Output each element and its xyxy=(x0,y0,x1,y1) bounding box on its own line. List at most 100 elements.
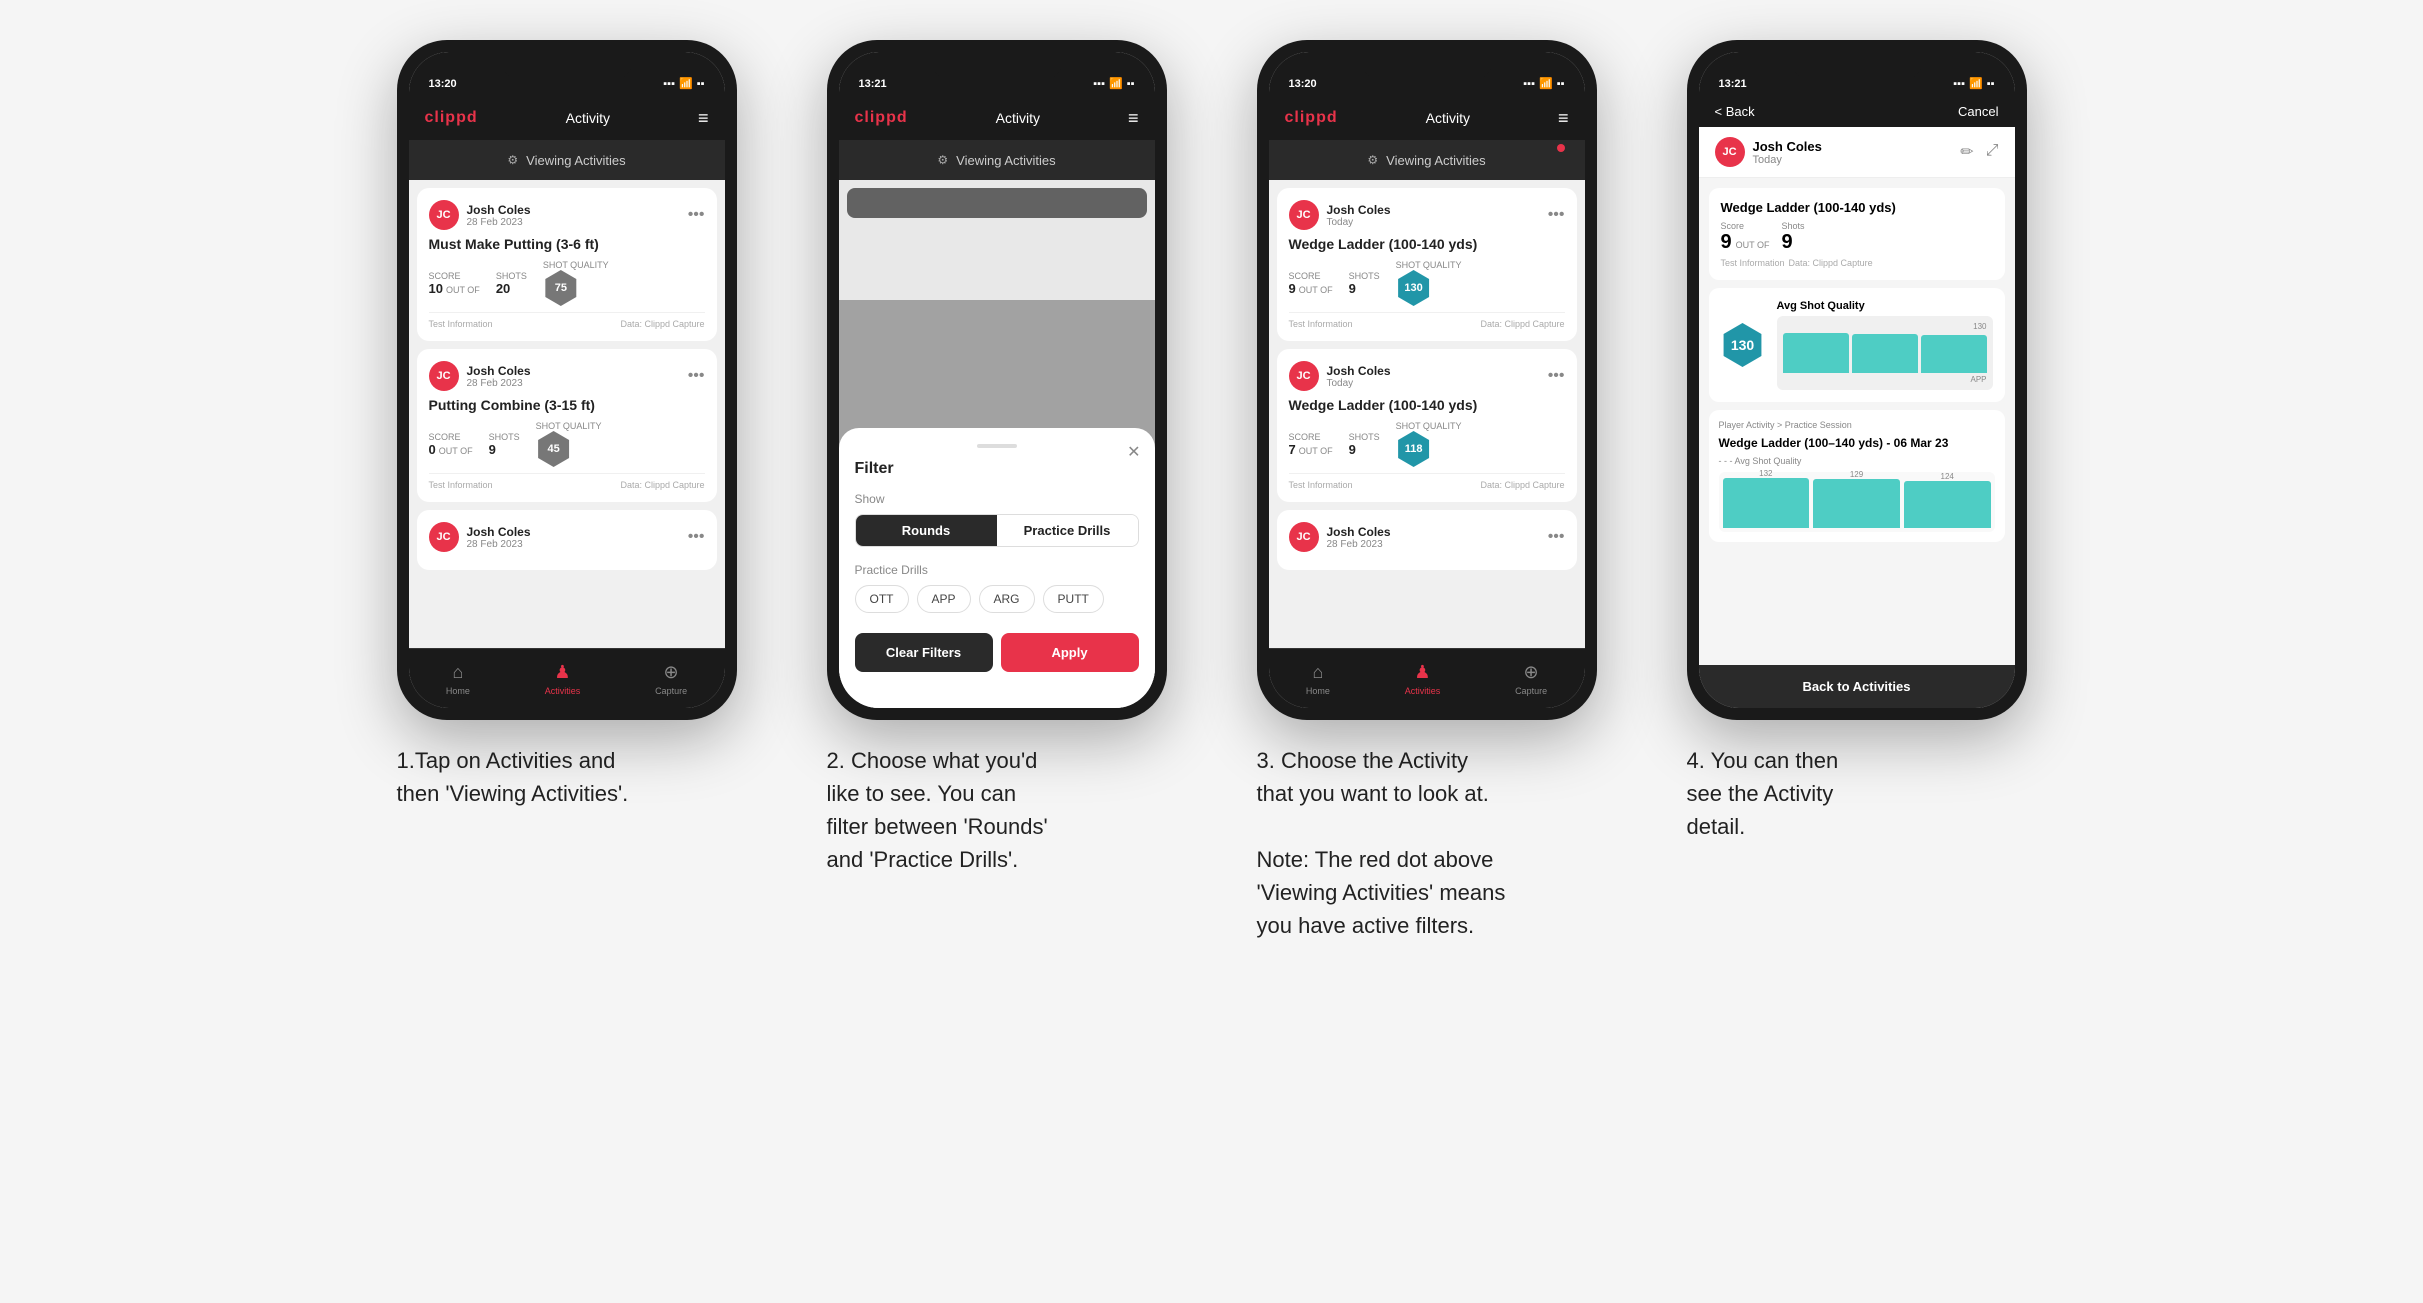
viewing-activities-bar-1[interactable]: ⚙ Viewing Activities xyxy=(409,140,725,180)
card-header-3-2: JC Josh Coles Today ••• xyxy=(1289,361,1565,391)
info-left-1-2: Test Information xyxy=(429,480,493,490)
user-name-1-3: Josh Coles xyxy=(467,525,680,539)
info-right-1-2: Data: Clippd Capture xyxy=(620,480,704,490)
filter-overlay-2: ✕ Filter Show Rounds Practice Drills Pra… xyxy=(839,300,1155,708)
menu-icon-3[interactable]: ≡ xyxy=(1558,108,1569,129)
bottom-nav-activities-1[interactable]: ♟ Activities xyxy=(545,662,581,696)
card-more-3-1[interactable]: ••• xyxy=(1548,206,1565,224)
user-date-1-1: 28 Feb 2023 xyxy=(467,217,680,228)
va-text-1: Viewing Activities xyxy=(526,153,625,168)
detail-user-name-4: Josh Coles xyxy=(1753,139,1822,154)
user-date-3-3: 28 Feb 2023 xyxy=(1327,539,1540,550)
bottom-nav-3: ⌂ Home ♟ Activities ⊕ Capture xyxy=(1269,648,1585,708)
avatar-3-1: JC xyxy=(1289,200,1319,230)
capture-label-3: Capture xyxy=(1515,686,1547,696)
activities-label-3: Activities xyxy=(1405,686,1441,696)
battery-icon: ▪▪ xyxy=(697,78,705,90)
chip-putt-2[interactable]: PUTT xyxy=(1043,585,1104,613)
card-stats-1-2: Score 0 OUT OF Shots 9 xyxy=(429,421,705,467)
apply-btn-2[interactable]: Apply xyxy=(1001,633,1139,672)
caption-3: 3. Choose the Activity that you want to … xyxy=(1257,744,1597,942)
nav-title-2: Activity xyxy=(996,110,1040,126)
bottom-nav-home-1[interactable]: ⌂ Home xyxy=(446,662,470,696)
wifi-icon-2: 📶 xyxy=(1109,77,1123,90)
card-footer-3-1: Test Information Data: Clippd Capture xyxy=(1289,312,1565,329)
score-val-4: 9 OUT OF xyxy=(1721,231,1770,254)
bottom-nav-activities-3[interactable]: ♟ Activities xyxy=(1405,662,1441,696)
bottom-nav-capture-3[interactable]: ⊕ Capture xyxy=(1515,662,1547,696)
user-info-3-3: Josh Coles 28 Feb 2023 xyxy=(1327,525,1540,550)
chip-app-2[interactable]: APP xyxy=(917,585,971,613)
phone-frame-2: 13:21 ▪▪▪ 📶 ▪▪ clippd Activity ≡ ⚙ Viewi… xyxy=(827,40,1167,720)
stat-shots-3-2: Shots 9 xyxy=(1349,432,1380,457)
phone-screen-2: 13:21 ▪▪▪ 📶 ▪▪ clippd Activity ≡ ⚙ Viewi… xyxy=(839,52,1155,708)
time-3: 13:20 xyxy=(1289,78,1317,90)
battery-icon-2: ▪▪ xyxy=(1127,78,1135,90)
status-icons-1: ▪▪▪ 📶 ▪▪ xyxy=(663,77,704,90)
activities-icon-1: ♟ xyxy=(554,662,570,683)
menu-icon-2[interactable]: ≡ xyxy=(1128,108,1139,129)
phone-screen-3: 13:20 ▪▪▪ 📶 ▪▪ clippd Activity ≡ ⚙ Viewi… xyxy=(1269,52,1585,708)
blurred-card-2 xyxy=(847,188,1147,218)
caption-2: 2. Choose what you'd like to see. You ca… xyxy=(827,744,1167,876)
stat-sq-1-2: Shot Quality 45 xyxy=(536,421,602,467)
hex-4: 130 xyxy=(1721,323,1765,367)
avatar-3-3: JC xyxy=(1289,522,1319,552)
show-label-2: Show xyxy=(855,492,1139,506)
score-label-4: Score xyxy=(1721,221,1770,231)
signal-icon-2: ▪▪▪ xyxy=(1093,78,1105,90)
card-more-3-2[interactable]: ••• xyxy=(1548,367,1565,385)
cancel-btn-4[interactable]: Cancel xyxy=(1958,104,1998,119)
activity-card-1-2[interactable]: JC Josh Coles 28 Feb 2023 ••• Putting Co… xyxy=(417,349,717,502)
card-header-1-3: JC Josh Coles 28 Feb 2023 ••• xyxy=(429,522,705,552)
activity-card-1-1[interactable]: JC Josh Coles 28 Feb 2023 ••• Must Make … xyxy=(417,188,717,341)
bottom-nav-home-3[interactable]: ⌂ Home xyxy=(1306,662,1330,696)
edit-icon-4[interactable]: ✏ xyxy=(1960,142,1973,162)
score-value-1-2: 0 OUT OF xyxy=(429,442,473,457)
nav-bar-3: clippd Activity ≡ xyxy=(1269,96,1585,140)
activity-card-3-2[interactable]: JC Josh Coles Today ••• Wedge Ladder (10… xyxy=(1277,349,1577,502)
pd-section-label-2: Practice Drills xyxy=(855,563,1139,577)
card-footer-1-1: Test Information Data: Clippd Capture xyxy=(429,312,705,329)
shots-val-4: 9 xyxy=(1781,231,1804,254)
rounds-btn-2[interactable]: Rounds xyxy=(856,515,997,546)
hex-1-2: 45 xyxy=(536,431,572,467)
back-btn-4[interactable]: < Back xyxy=(1715,104,1755,119)
chip-ott-2[interactable]: OTT xyxy=(855,585,909,613)
filter-close-2[interactable]: ✕ xyxy=(1127,442,1140,462)
chip-arg-2[interactable]: ARG xyxy=(979,585,1035,613)
expand-icon-4[interactable]: ⤢ xyxy=(1986,142,1999,162)
detail-actions-4: ✏ ⤢ xyxy=(1960,142,1998,162)
activity-card-3-3[interactable]: JC Josh Coles 28 Feb 2023 ••• xyxy=(1277,510,1577,570)
filter-toggle-row-2: Rounds Practice Drills xyxy=(855,514,1139,547)
card-more-3-3[interactable]: ••• xyxy=(1548,528,1565,546)
bottom-nav-capture-1[interactable]: ⊕ Capture xyxy=(655,662,687,696)
score-value-1-1: 10 OUT OF xyxy=(429,281,480,296)
shots-value-1-1: 20 xyxy=(496,281,527,296)
stat-shots-1-1: Shots 20 xyxy=(496,271,527,296)
viewing-activities-bar-3[interactable]: ⚙ Viewing Activities xyxy=(1269,140,1585,180)
card-more-1-3[interactable]: ••• xyxy=(688,528,705,546)
viewing-activities-bar-2[interactable]: ⚙ Viewing Activities xyxy=(839,140,1155,180)
clear-filters-btn-2[interactable]: Clear Filters xyxy=(855,633,993,672)
card-header-3-3: JC Josh Coles 28 Feb 2023 ••• xyxy=(1289,522,1565,552)
avatar-4: JC xyxy=(1715,137,1745,167)
card-more-1-1[interactable]: ••• xyxy=(688,206,705,224)
menu-icon-1[interactable]: ≡ xyxy=(698,108,709,129)
detail-content-4: Wedge Ladder (100-140 yds) Score 9 OUT O… xyxy=(1699,178,2015,665)
user-date-3-1: Today xyxy=(1327,217,1540,228)
card-header-3-1: JC Josh Coles Today ••• xyxy=(1289,200,1565,230)
activity-card-3-1[interactable]: JC Josh Coles Today ••• Wedge Ladder (10… xyxy=(1277,188,1577,341)
hex-3-1: 130 xyxy=(1396,270,1432,306)
card-more-1-2[interactable]: ••• xyxy=(688,367,705,385)
shots-label-1-1: Shots xyxy=(496,271,527,281)
session-label-4: Player Activity > Practice Session xyxy=(1719,420,1995,430)
stat-score-3-1: Score 9 OUT OF xyxy=(1289,271,1333,296)
practice-drills-btn-2[interactable]: Practice Drills xyxy=(997,515,1138,546)
activity-card-1-3[interactable]: JC Josh Coles 28 Feb 2023 ••• xyxy=(417,510,717,570)
back-to-activities-btn-4[interactable]: Back to Activities xyxy=(1699,665,2015,708)
va-icon-1: ⚙ xyxy=(507,153,518,167)
card-footer-1-2: Test Information Data: Clippd Capture xyxy=(429,473,705,490)
avatar-1-1: JC xyxy=(429,200,459,230)
user-date-1-2: 28 Feb 2023 xyxy=(467,378,680,389)
